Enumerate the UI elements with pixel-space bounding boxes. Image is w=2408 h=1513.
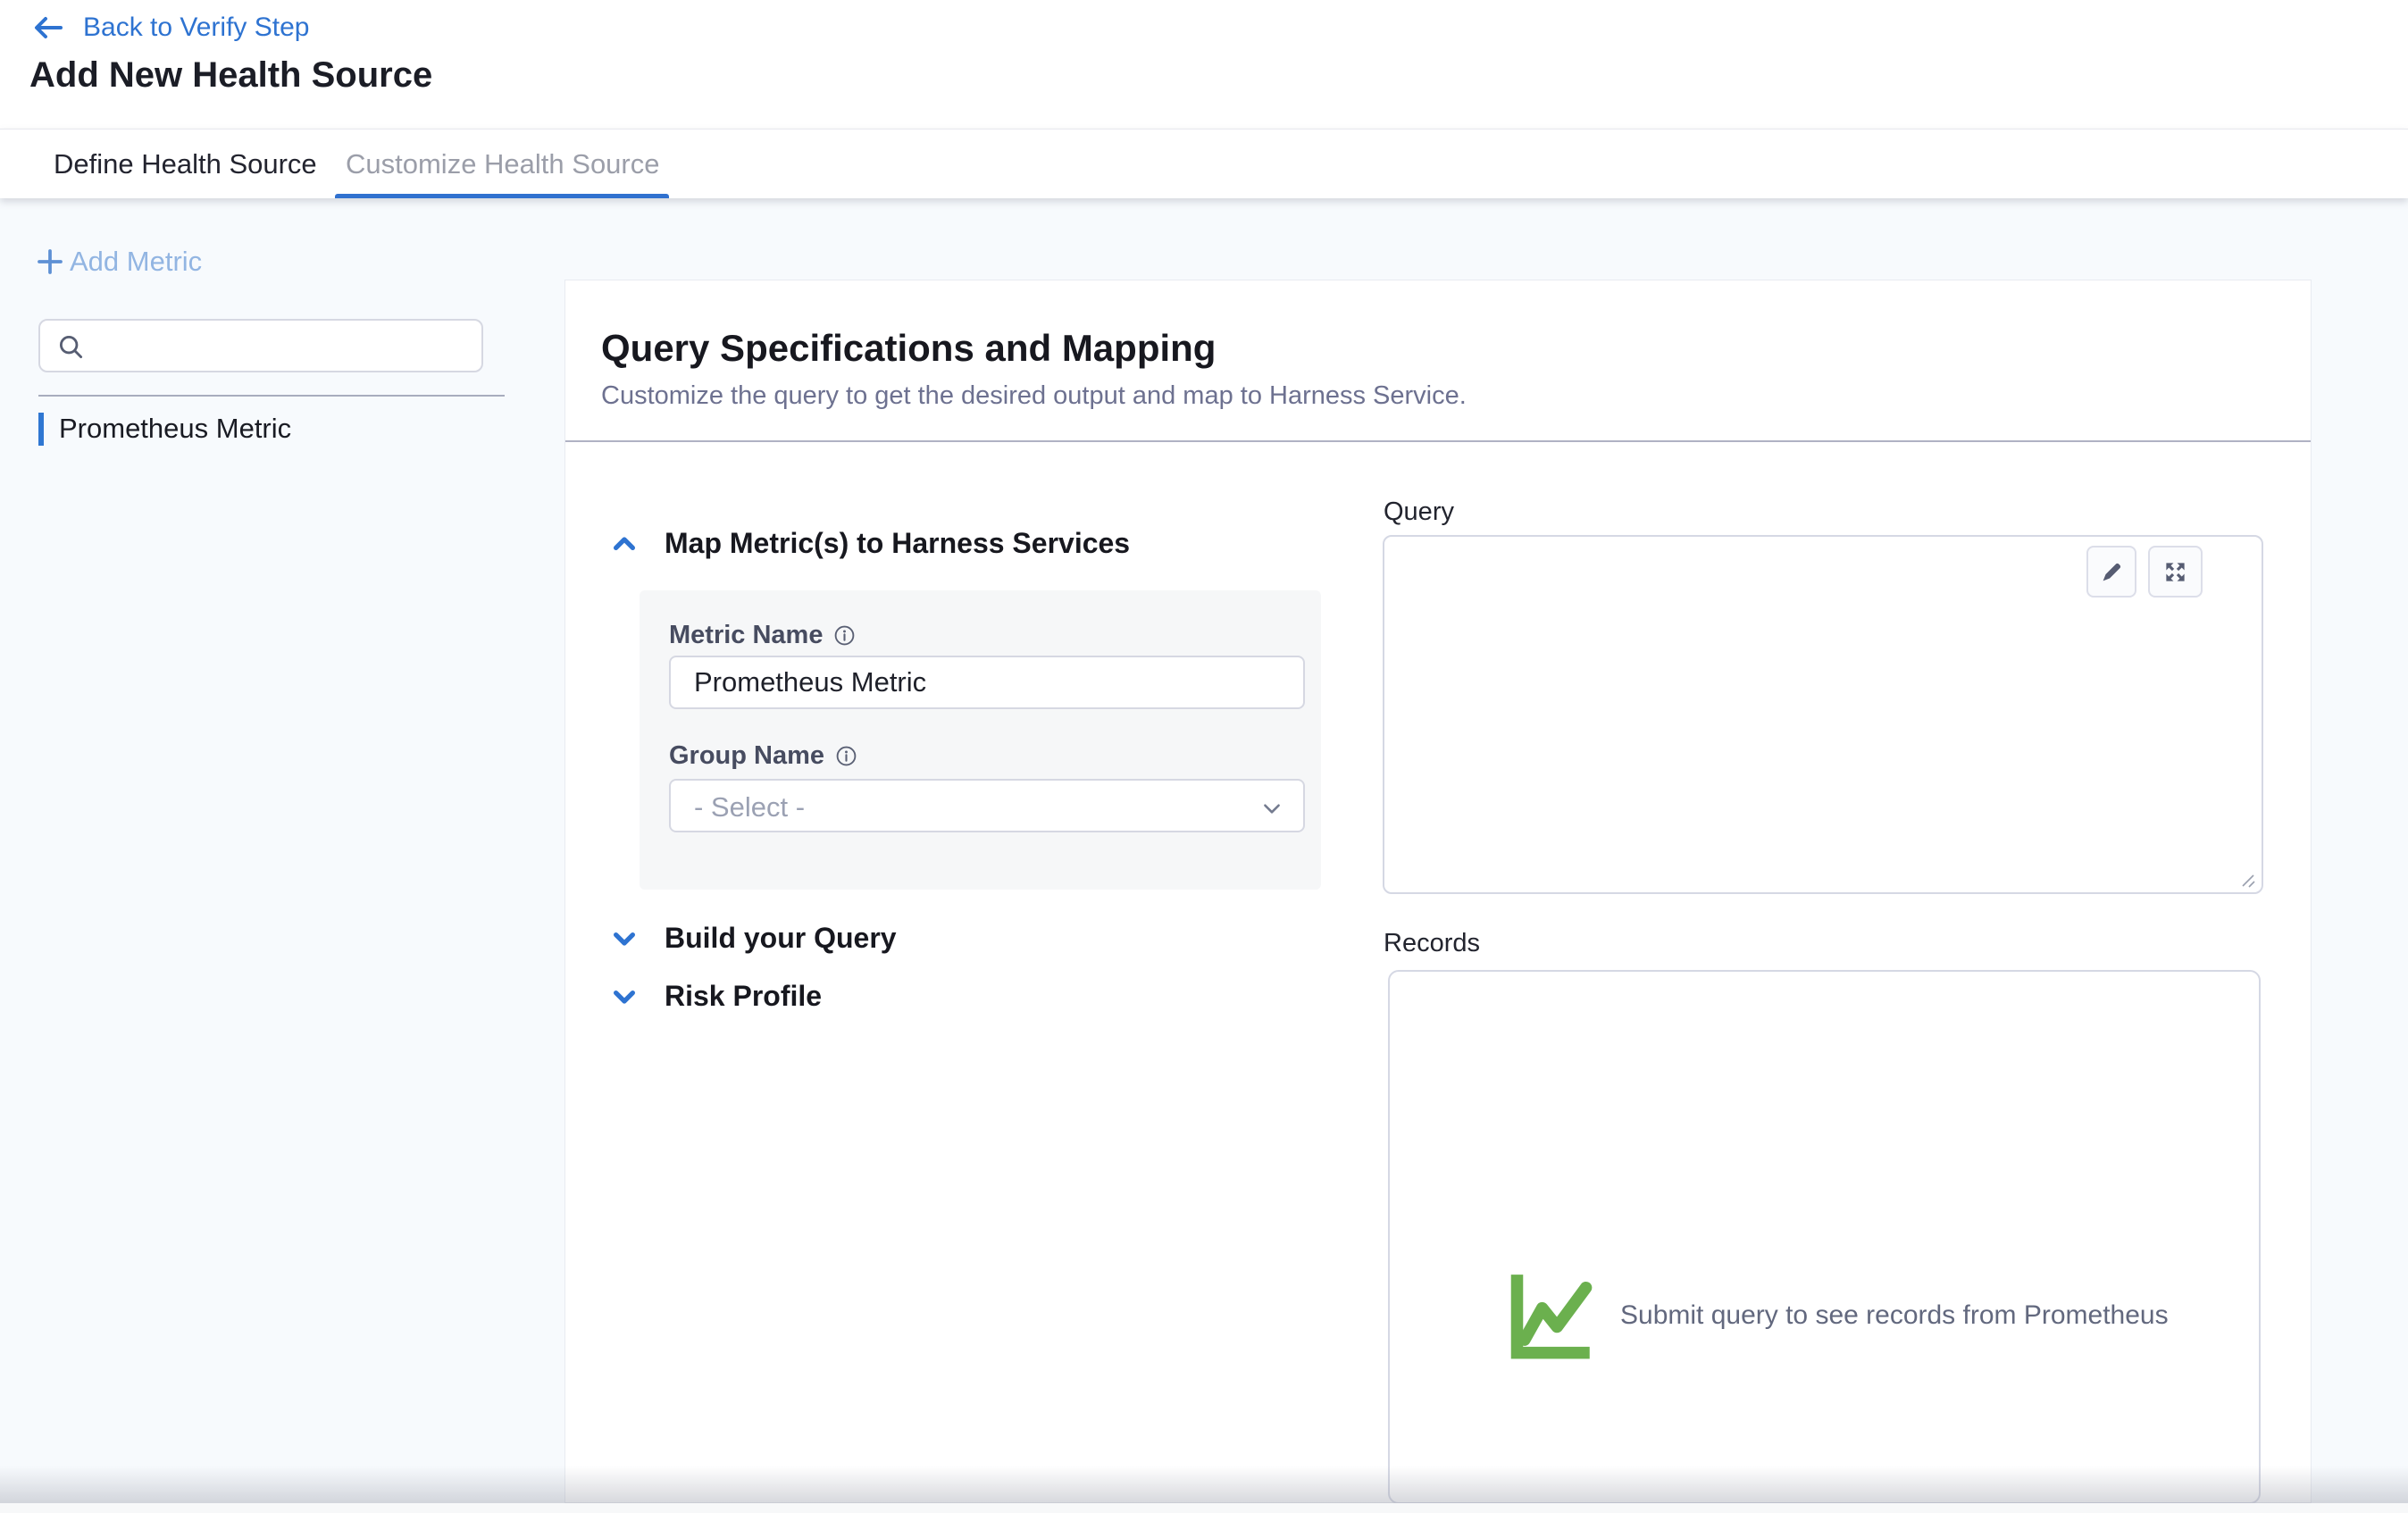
chevron-up-icon bbox=[611, 531, 638, 557]
metric-list-item-label: Prometheus Metric bbox=[59, 413, 291, 445]
metric-search-input[interactable] bbox=[96, 324, 471, 367]
expand-query-button[interactable] bbox=[2148, 546, 2203, 598]
maximize-icon bbox=[2163, 560, 2187, 584]
group-name-select[interactable]: - Select - bbox=[669, 779, 1305, 832]
tab-define-health-source[interactable]: Define Health Source bbox=[54, 130, 317, 199]
info-icon bbox=[833, 624, 856, 647]
card-title: Query Specifications and Mapping bbox=[601, 327, 1216, 370]
back-arrow-icon bbox=[33, 14, 63, 41]
query-label: Query bbox=[1384, 497, 1454, 527]
records-empty-state: Submit query to see records from Prometh… bbox=[1506, 1268, 2169, 1363]
metric-name-input[interactable] bbox=[669, 656, 1305, 709]
search-icon bbox=[56, 332, 87, 363]
plus-icon bbox=[36, 247, 64, 276]
chevron-down-icon bbox=[611, 983, 638, 1010]
section-build-query-label: Build your Query bbox=[665, 922, 897, 955]
group-name-placeholder: - Select - bbox=[694, 791, 805, 823]
section-build-query-header[interactable]: Build your Query bbox=[611, 922, 897, 955]
section-risk-profile-label: Risk Profile bbox=[665, 980, 822, 1013]
metric-list-item[interactable]: Prometheus Metric bbox=[38, 409, 503, 448]
section-risk-profile-header[interactable]: Risk Profile bbox=[611, 980, 822, 1013]
page-title: Add New Health Source bbox=[29, 55, 432, 96]
back-link[interactable]: Back to Verify Step bbox=[33, 13, 309, 43]
add-metric-button[interactable]: Add Metric bbox=[36, 246, 202, 278]
selected-indicator bbox=[38, 413, 44, 446]
page-header: Back to Verify Step Add New Health Sourc… bbox=[0, 0, 2408, 129]
query-textarea[interactable] bbox=[1383, 535, 2263, 894]
back-link-label: Back to Verify Step bbox=[83, 13, 309, 43]
metric-name-label: Metric Name bbox=[669, 621, 856, 650]
chevron-down-icon bbox=[1260, 797, 1283, 820]
tab-customize-health-source[interactable]: Customize Health Source bbox=[346, 130, 660, 199]
footer-bar bbox=[0, 1503, 2408, 1513]
records-label: Records bbox=[1384, 929, 1480, 958]
edit-query-button[interactable] bbox=[2086, 546, 2136, 598]
active-tab-underline bbox=[335, 194, 669, 198]
chevron-down-icon bbox=[611, 925, 638, 952]
section-map-metrics-label: Map Metric(s) to Harness Services bbox=[665, 527, 1130, 560]
resize-handle[interactable] bbox=[2235, 867, 2256, 889]
section-map-metrics-header[interactable]: Map Metric(s) to Harness Services bbox=[611, 527, 1130, 560]
content-card: Query Specifications and Mapping Customi… bbox=[564, 280, 2312, 1503]
card-subtitle: Customize the query to get the desired o… bbox=[601, 381, 1467, 411]
sidebar-divider bbox=[38, 395, 505, 397]
card-header-divider bbox=[565, 440, 2311, 442]
records-empty-message: Submit query to see records from Prometh… bbox=[1620, 1300, 2169, 1331]
info-icon bbox=[835, 745, 857, 767]
records-panel: Submit query to see records from Prometh… bbox=[1388, 970, 2261, 1504]
metric-search-box bbox=[38, 319, 483, 372]
add-metric-label: Add Metric bbox=[70, 246, 202, 278]
pencil-icon bbox=[2100, 560, 2124, 584]
tab-bar: Define Health Source Customize Health So… bbox=[0, 129, 2408, 198]
group-name-label: Group Name bbox=[669, 741, 857, 771]
chart-line-icon bbox=[1506, 1268, 1595, 1363]
content-background: Add Metric Prometheus Metric Query Speci… bbox=[0, 198, 2408, 1513]
footer-scroll-shadow bbox=[0, 1466, 2408, 1503]
